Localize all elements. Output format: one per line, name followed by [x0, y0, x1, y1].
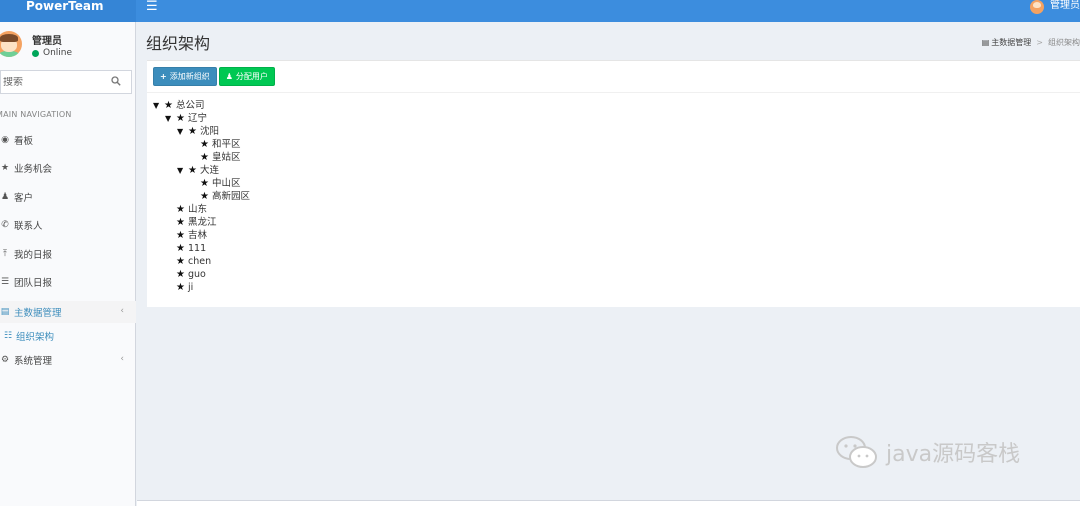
wechat-icon: [836, 436, 877, 468]
online-dot-icon: [32, 49, 39, 57]
star-icon: ★: [188, 165, 197, 176]
star-icon: ★: [0, 163, 10, 173]
user-status-label: Online: [43, 48, 73, 58]
search-icon[interactable]: [111, 76, 121, 86]
sidebar-item-my-daily-report[interactable]: ⤒ 我的日报: [0, 243, 136, 265]
sidebar-item-label: 联系人: [14, 221, 43, 232]
user-status: Online: [32, 48, 72, 58]
tree-node[interactable]: ★ guo: [176, 268, 206, 281]
database-icon: ▤: [0, 307, 10, 317]
search-input[interactable]: [1, 76, 101, 88]
add-org-button[interactable]: + 添加新组织: [153, 67, 217, 86]
star-icon: ★: [176, 204, 185, 215]
tree-node[interactable]: ★ 中山区: [200, 177, 241, 190]
caret-down-icon[interactable]: ▼: [165, 112, 176, 125]
user-icon: ♟: [0, 192, 10, 202]
watermark-text: java源码客栈: [886, 442, 1021, 467]
star-icon: ★: [188, 126, 197, 137]
footer: [137, 500, 1080, 506]
breadcrumb-item[interactable]: 主数据管理: [991, 37, 1031, 48]
breadcrumb-current: 组织架构: [1048, 38, 1080, 47]
tree-node[interactable]: ★ 山东: [176, 203, 207, 216]
user-name: 管理员: [32, 36, 62, 47]
page-title: 组织架构: [146, 34, 211, 53]
tree-node[interactable]: ★ 111: [176, 242, 206, 255]
sidebar-item-label: 团队日报: [14, 278, 53, 289]
star-icon: ★: [176, 217, 185, 228]
star-icon: ★: [176, 256, 185, 267]
star-icon: ★: [200, 191, 209, 202]
caret-down-icon[interactable]: ▼: [153, 99, 164, 112]
tree-node[interactable]: ▼ ★ 总公司: [153, 99, 205, 112]
top-user-label: 管理员: [1050, 0, 1080, 11]
tree-node[interactable]: ★ 吉林: [176, 229, 207, 242]
star-icon: ★: [176, 230, 185, 241]
divider: [147, 92, 1080, 93]
sidebar-item-label: 看板: [14, 136, 34, 147]
star-icon: ★: [176, 282, 185, 293]
tree-node[interactable]: ★ 皇姑区: [200, 151, 241, 164]
phone-icon: ✆: [1, 220, 9, 230]
tree-node[interactable]: ★ chen: [176, 255, 211, 268]
sidebar-item-label: 客户: [14, 193, 34, 204]
tree-node[interactable]: ▼ ★ 大连: [177, 164, 219, 177]
sidebar-item-label: 系统管理: [14, 356, 53, 367]
tree-node[interactable]: ▼ ★ 辽宁: [165, 112, 207, 125]
star-icon: ★: [200, 152, 209, 163]
add-org-label: 添加新组织: [169, 72, 210, 81]
star-icon: ★: [164, 100, 173, 111]
breadcrumb: ▤ 主数据管理 > 组织架构: [982, 37, 1080, 48]
sidebar-item-team-daily-report[interactable]: ☰ 团队日报: [0, 271, 136, 293]
sidebar-item-customers[interactable]: ♟ 客户: [0, 186, 136, 208]
watermark: java源码客栈: [834, 432, 1020, 472]
tree-node[interactable]: ★ 高新园区: [200, 190, 250, 203]
assign-users-label: 分配用户: [235, 72, 268, 81]
pin-icon: ⤒: [3, 249, 7, 259]
top-user-menu[interactable]: 管理员: [1030, 0, 1080, 22]
caret-down-icon[interactable]: ▼: [177, 125, 188, 138]
sidebar-search: [0, 70, 132, 94]
star-icon: ★: [176, 269, 185, 280]
user-panel: 管理员 Online: [0, 28, 136, 68]
star-icon: ★: [176, 243, 185, 254]
tree-node[interactable]: ★ 和平区: [200, 138, 241, 151]
top-navbar: PowerTeam ☰ 管理员: [0, 0, 1080, 22]
sidebar-item-contacts[interactable]: ✆ 联系人: [0, 214, 136, 236]
sidebar-item-label: 我的日报: [14, 250, 53, 261]
avatar: [1030, 0, 1044, 14]
app-logo[interactable]: PowerTeam: [0, 0, 136, 22]
sidebar-item-system-admin[interactable]: ⚙ 系统管理 ‹: [0, 349, 136, 371]
sidebar-item-opportunities[interactable]: ★ 业务机会: [0, 157, 136, 179]
star-icon: ★: [200, 139, 209, 150]
sidebar-item-org-structure[interactable]: ☷ 组织架构: [0, 326, 136, 346]
plus-icon: +: [160, 72, 167, 81]
avatar: [0, 31, 22, 57]
toolbar: + 添加新组织 ♟ 分配用户: [153, 67, 277, 86]
caret-down-icon[interactable]: ▼: [177, 164, 188, 177]
chevron-left-icon: ‹: [120, 306, 124, 316]
dashboard-icon: ◉: [1, 135, 9, 145]
tree-node[interactable]: ▼ ★ 沈阳: [177, 125, 219, 138]
star-icon: ★: [176, 113, 185, 124]
nav-header: MAIN NAVIGATION: [0, 110, 72, 119]
list-icon: ☰: [0, 277, 10, 287]
sitemap-icon: ☷: [3, 331, 13, 341]
org-tree-box: + 添加新组织 ♟ 分配用户 ▼ ★ 总公司 ▼ ★ 辽宁 ▼ ★ 沈阳 ★ 和平区 ★ 皇姑区…: [147, 60, 1080, 307]
gears-icon: ⚙: [0, 355, 10, 365]
hamburger-icon[interactable]: ☰: [146, 0, 158, 14]
star-icon: ★: [200, 178, 209, 189]
sidebar-item-master-data[interactable]: ▤ 主数据管理 ‹: [0, 301, 136, 323]
sidebar-item-dashboard[interactable]: ◉ 看板: [0, 129, 136, 151]
breadcrumb-separator: >: [1036, 38, 1043, 47]
sidebar-item-label: 组织架构: [16, 332, 55, 343]
assign-users-button[interactable]: ♟ 分配用户: [218, 67, 275, 86]
database-icon: ▤: [981, 38, 990, 47]
chevron-left-icon: ‹: [120, 354, 124, 364]
sidebar: 管理员 Online MAIN NAVIGATION ◉ 看板 ★ 业务机会 ♟…: [0, 22, 136, 506]
sidebar-item-label: 主数据管理: [14, 308, 62, 319]
tree-node[interactable]: ★ ji: [176, 281, 193, 294]
tree-node[interactable]: ★ 黑龙江: [176, 216, 217, 229]
sidebar-item-label: 业务机会: [14, 164, 53, 175]
users-icon: ♟: [225, 72, 233, 81]
